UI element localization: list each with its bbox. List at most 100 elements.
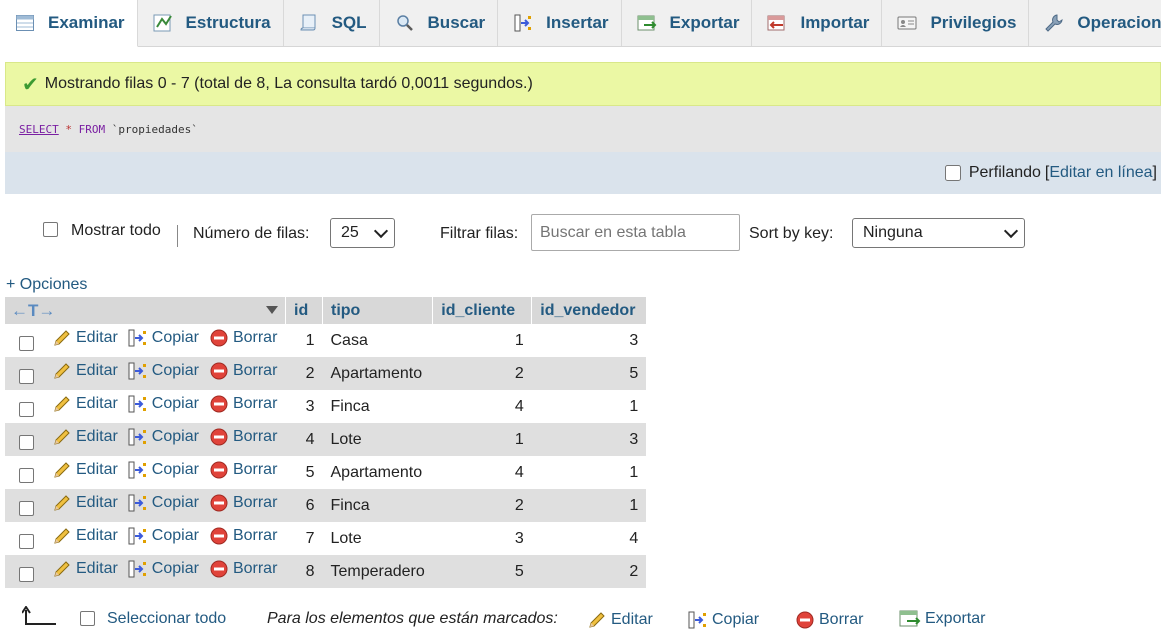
tab-sql[interactable]: SQL xyxy=(284,0,380,46)
profiling-checkbox[interactable] xyxy=(944,165,961,181)
tab-import[interactable]: Importar xyxy=(752,0,883,46)
cell-tipo[interactable]: Lote xyxy=(322,423,433,456)
cell-id-vendedor[interactable]: 2 xyxy=(531,555,647,588)
row-checkbox[interactable] xyxy=(19,336,34,352)
edit-row-button[interactable]: Editar xyxy=(52,493,118,513)
cell-id-vendedor[interactable]: 1 xyxy=(531,489,647,522)
delete-row-button[interactable]: Borrar xyxy=(209,394,277,414)
sql-keyword-select[interactable]: SELECT xyxy=(19,123,59,136)
cell-id-vendedor[interactable]: 4 xyxy=(531,522,647,555)
cell-id-cliente[interactable]: 2 xyxy=(432,489,532,522)
edit-row-button[interactable]: Editar xyxy=(52,460,118,480)
edit-row-button[interactable]: Editar xyxy=(52,427,118,447)
delete-row-button[interactable]: Borrar xyxy=(209,460,277,480)
row-checkbox[interactable] xyxy=(19,435,34,451)
tab-bar: Examinar Estructura SQL Buscar Insertar … xyxy=(0,0,1161,47)
edit-row-button[interactable]: Editar xyxy=(52,394,118,414)
delete-row-button[interactable]: Borrar xyxy=(209,361,277,381)
copy-row-button[interactable]: Copiar xyxy=(128,427,199,447)
select-all-checkbox[interactable] xyxy=(80,611,95,626)
tab-export[interactable]: Exportar xyxy=(622,0,753,46)
row-checkbox[interactable] xyxy=(19,567,34,583)
edit-row-label: Editar xyxy=(76,329,118,346)
cell-id[interactable]: 5 xyxy=(285,456,323,489)
cell-tipo[interactable]: Apartamento xyxy=(322,357,433,390)
row-checkbox[interactable] xyxy=(19,468,34,484)
bulk-delete-button[interactable]: Borrar xyxy=(795,610,863,630)
row-checkbox[interactable] xyxy=(19,501,34,517)
rows-count-value: 25 xyxy=(341,224,359,241)
cell-id-cliente[interactable]: 4 xyxy=(432,456,532,489)
triangle-down-icon[interactable] xyxy=(265,302,279,320)
cell-id[interactable]: 1 xyxy=(285,324,323,357)
cell-id[interactable]: 6 xyxy=(285,489,323,522)
column-header-tipo[interactable]: tipo xyxy=(322,297,434,324)
sort-by-key-select[interactable]: Ninguna xyxy=(852,218,1025,248)
tab-browse[interactable]: Examinar xyxy=(0,0,138,47)
cell-id-cliente[interactable]: 1 xyxy=(432,324,532,357)
edit-row-button[interactable]: Editar xyxy=(52,526,118,546)
column-header-id-vendedor[interactable]: id_vendedor xyxy=(531,297,647,324)
select-all-link[interactable]: Seleccionar todo xyxy=(107,610,226,628)
tab-label: Estructura xyxy=(185,13,271,32)
column-header-id[interactable]: id xyxy=(285,297,323,324)
delete-row-button[interactable]: Borrar xyxy=(209,559,277,579)
cell-id[interactable]: 7 xyxy=(285,522,323,555)
row-checkbox[interactable] xyxy=(19,369,34,385)
cell-id[interactable]: 8 xyxy=(285,555,323,588)
edit-row-button[interactable]: Editar xyxy=(52,559,118,579)
tab-structure[interactable]: Estructura xyxy=(138,0,284,46)
cell-id-cliente[interactable]: 2 xyxy=(432,357,532,390)
delete-row-button[interactable]: Borrar xyxy=(209,427,277,447)
bulk-delete-label: Borrar xyxy=(819,611,864,628)
cell-id-cliente[interactable]: 4 xyxy=(432,390,532,423)
delete-row-button[interactable]: Borrar xyxy=(209,493,277,513)
filter-rows-input[interactable] xyxy=(531,214,740,251)
bulk-edit-button[interactable]: Editar xyxy=(587,610,653,630)
cell-id[interactable]: 3 xyxy=(285,390,323,423)
copy-row-button[interactable]: Copiar xyxy=(128,526,199,546)
cell-tipo[interactable]: Lote xyxy=(322,522,433,555)
row-checkbox[interactable] xyxy=(19,534,34,550)
tab-privileges[interactable]: Privilegios xyxy=(882,0,1030,46)
cell-id-cliente[interactable]: 3 xyxy=(432,522,532,555)
cell-id-vendedor[interactable]: 3 xyxy=(531,324,647,357)
cell-tipo[interactable]: Temperadero xyxy=(322,555,433,588)
tab-search[interactable]: Buscar xyxy=(380,0,499,46)
cell-tipo[interactable]: Finca xyxy=(322,489,433,522)
cell-id-cliente[interactable]: 5 xyxy=(432,555,532,588)
copy-row-button[interactable]: Copiar xyxy=(128,460,199,480)
cell-id-vendedor[interactable]: 5 xyxy=(531,357,647,390)
delete-icon xyxy=(209,559,233,579)
cell-id-vendedor[interactable]: 3 xyxy=(531,423,647,456)
copy-row-button[interactable]: Copiar xyxy=(128,394,199,414)
delete-row-label: Borrar xyxy=(232,329,278,346)
cell-tipo[interactable]: Finca xyxy=(322,390,433,423)
edit-row-button[interactable]: Editar xyxy=(52,361,118,381)
edit-row-button[interactable]: Editar xyxy=(52,328,118,348)
column-header-id-cliente[interactable]: id_cliente xyxy=(432,297,533,324)
edit-inline-link[interactable]: Editar en línea xyxy=(1049,164,1152,182)
delete-row-button[interactable]: Borrar xyxy=(209,526,277,546)
cell-id-cliente[interactable]: 1 xyxy=(432,423,532,456)
tab-insert[interactable]: Insertar xyxy=(498,0,622,46)
cell-id[interactable]: 2 xyxy=(285,357,323,390)
tab-operations[interactable]: Operaciones xyxy=(1029,0,1161,46)
copy-row-button[interactable]: Copiar xyxy=(128,559,199,579)
cell-id-vendedor[interactable]: 1 xyxy=(531,390,647,423)
cell-id-vendedor[interactable]: 1 xyxy=(531,456,647,489)
cell-id[interactable]: 4 xyxy=(285,423,323,456)
bulk-export-button[interactable]: Exportar xyxy=(899,610,985,628)
copy-row-button[interactable]: Copiar xyxy=(128,328,199,348)
cell-tipo[interactable]: Casa xyxy=(322,324,433,357)
bulk-copy-button[interactable]: Copiar xyxy=(688,610,759,630)
copy-row-button[interactable]: Copiar xyxy=(128,361,199,381)
column-resize-arrows-icon[interactable]: ←T→ xyxy=(11,301,55,321)
rows-count-select[interactable]: 25 xyxy=(330,218,395,248)
options-link[interactable]: + Opciones xyxy=(6,276,87,294)
row-checkbox[interactable] xyxy=(19,402,34,418)
show-all-checkbox[interactable] xyxy=(43,222,58,237)
copy-row-button[interactable]: Copiar xyxy=(128,493,199,513)
cell-tipo[interactable]: Apartamento xyxy=(322,456,433,489)
delete-row-button[interactable]: Borrar xyxy=(209,328,277,348)
